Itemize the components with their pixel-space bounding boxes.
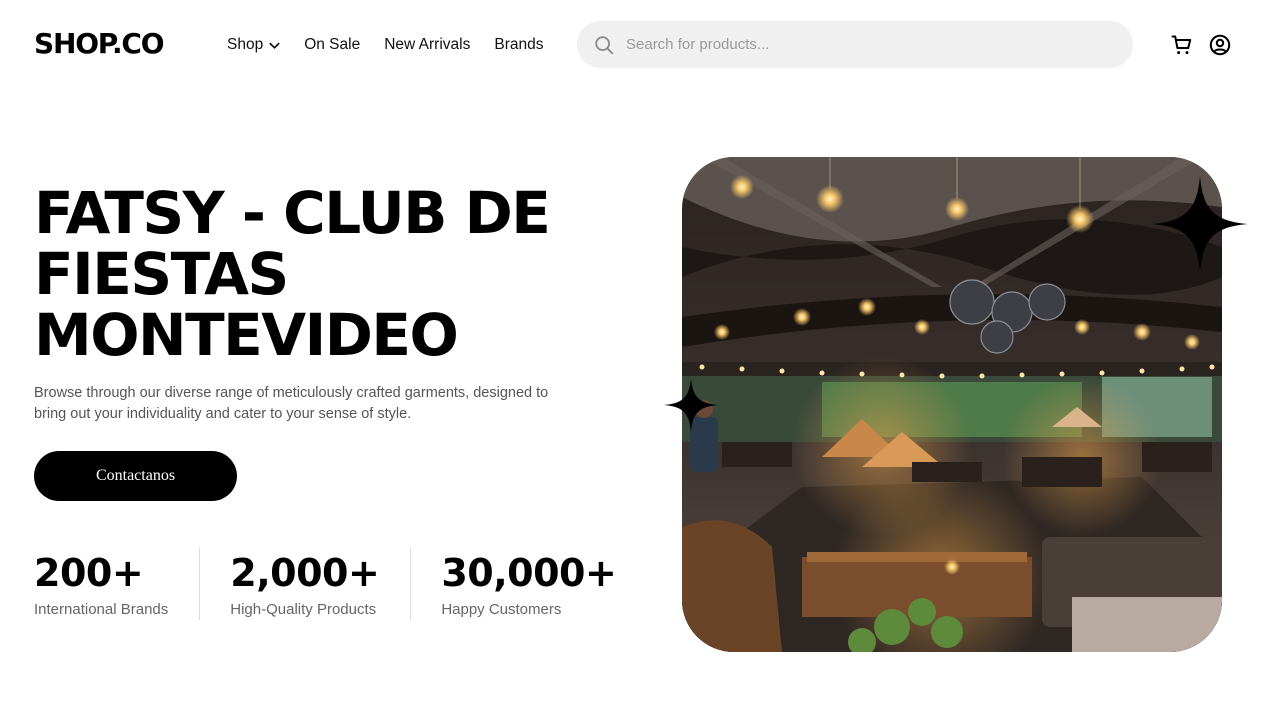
sparkle-star-icon bbox=[664, 378, 718, 432]
venue-illustration bbox=[682, 157, 1222, 652]
stats-row: 200+ International Brands 2,000+ High-Qu… bbox=[34, 547, 617, 620]
hero-description: Browse through our diverse range of meti… bbox=[34, 385, 549, 422]
stat-brands: 200+ International Brands bbox=[34, 547, 199, 620]
hero-title: FATSY - CLUB DE FIESTAS MONTEVIDEO bbox=[34, 179, 551, 369]
hero-image bbox=[682, 157, 1222, 652]
stat-label: Happy Customers bbox=[441, 601, 562, 618]
cart-icon[interactable] bbox=[1170, 33, 1194, 57]
chevron-down-icon bbox=[269, 42, 280, 49]
main-nav: Shop On Sale New Arrivals Brands bbox=[227, 34, 567, 56]
site-logo[interactable]: SHOP.CO bbox=[34, 26, 165, 62]
stat-value: 2,000+ bbox=[230, 551, 380, 595]
site-header: SHOP.CO Shop On Sale New Arrivals Brands bbox=[0, 0, 1265, 90]
search-icon[interactable] bbox=[593, 34, 615, 56]
contact-button[interactable]: Contactanos bbox=[34, 451, 237, 501]
sparkle-star-icon bbox=[1152, 176, 1248, 272]
nav-item-new-arrivals[interactable]: New Arrivals bbox=[384, 34, 470, 56]
stat-label: High-Quality Products bbox=[230, 601, 377, 618]
stat-customers: 30,000+ Happy Customers bbox=[410, 547, 617, 620]
nav-item-on-sale[interactable]: On Sale bbox=[304, 34, 360, 56]
stat-label: International Brands bbox=[34, 601, 169, 618]
search-input[interactable] bbox=[626, 36, 1106, 53]
nav-item-shop-label: Shop bbox=[227, 36, 264, 53]
search-bar bbox=[577, 21, 1133, 68]
stat-products: 2,000+ High-Quality Products bbox=[199, 547, 410, 620]
stat-value: 30,000+ bbox=[441, 551, 617, 595]
account-icon[interactable] bbox=[1208, 33, 1232, 57]
nav-item-shop[interactable]: Shop bbox=[227, 34, 281, 56]
stat-value: 200+ bbox=[34, 551, 144, 595]
nav-item-brands[interactable]: Brands bbox=[494, 34, 543, 56]
